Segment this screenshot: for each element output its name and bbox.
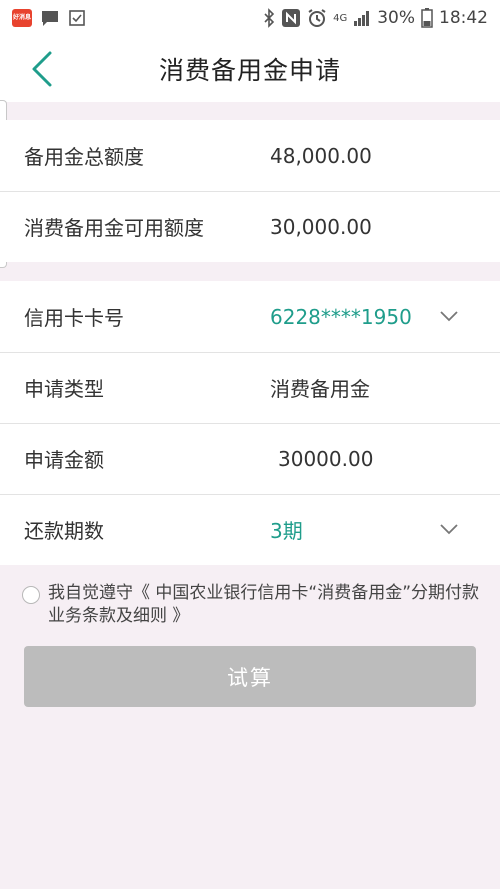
application-type-label: 申请类型 [24,377,104,401]
application-amount-row[interactable]: 申请金额 30000.00 [0,423,500,494]
chevron-down-icon[interactable] [438,518,460,540]
bluetooth-icon [263,8,275,28]
agreement-radio[interactable] [22,586,40,604]
checkbox-icon [68,9,86,27]
agreement-text: 我自觉遵守《 中国农业银行信用卡“消费备用金”分期付款业务条款及细则 》 [48,582,482,628]
message-icon [40,9,60,27]
battery-percent: 30% [377,8,415,28]
agreement-prefix: 我自觉遵守 [48,583,133,603]
app-badge-text: 好消息 [12,14,31,21]
total-quota-row: 备用金总额度 48,000.00 [0,120,500,191]
total-quota-label: 备用金总额度 [24,145,144,169]
back-button[interactable] [22,48,62,90]
available-quota-value: 30,000.00 [270,214,372,239]
calculate-button[interactable]: 试算 [24,646,476,707]
clock: 18:42 [439,8,488,28]
application-type-row: 申请类型 消费备用金 [0,352,500,423]
status-right-icons: 4G 30% 18:42 [263,8,488,28]
alarm-icon [307,8,327,28]
application-type-value: 消费备用金 [270,377,370,401]
card-number-select[interactable]: 6228****1950 [270,305,412,329]
available-quota-label: 消费备用金可用额度 [24,216,204,240]
available-quota-row: 消费备用金可用额度 30,000.00 [0,191,500,262]
status-left-icons: 好消息 [12,9,86,27]
card-number-label: 信用卡卡号 [24,306,124,330]
nav-bar: 消费备用金申请 [0,36,500,102]
card-number-row[interactable]: 信用卡卡号 6228****1950 [0,281,500,352]
repayment-term-label: 还款期数 [24,519,104,543]
application-amount-label: 申请金额 [24,448,104,472]
repayment-term-row[interactable]: 还款期数 3期 [0,494,500,565]
repayment-term-select[interactable]: 3期 [270,515,303,544]
chevron-down-icon[interactable] [438,305,460,327]
total-quota-value: 48,000.00 [270,143,372,168]
app-badge-icon: 好消息 [12,9,32,27]
battery-icon [421,8,433,28]
agreement: 我自觉遵守《 中国农业银行信用卡“消费备用金”分期付款业务条款及细则 》 [22,582,482,628]
application-form: 信用卡卡号 6228****1950 申请类型 消费备用金 申请金额 30000… [0,281,500,565]
application-amount-input[interactable]: 30000.00 [270,447,373,471]
nfc-icon [281,8,301,28]
network-type: 4G [333,12,348,24]
chevron-left-icon [32,51,52,87]
signal-icon [353,10,371,26]
page-title: 消费备用金申请 [158,56,341,85]
quota-section: 备用金总额度 48,000.00 消费备用金可用额度 30,000.00 [0,120,500,262]
status-bar: 好消息 4G 30% 18:42 [0,0,500,36]
